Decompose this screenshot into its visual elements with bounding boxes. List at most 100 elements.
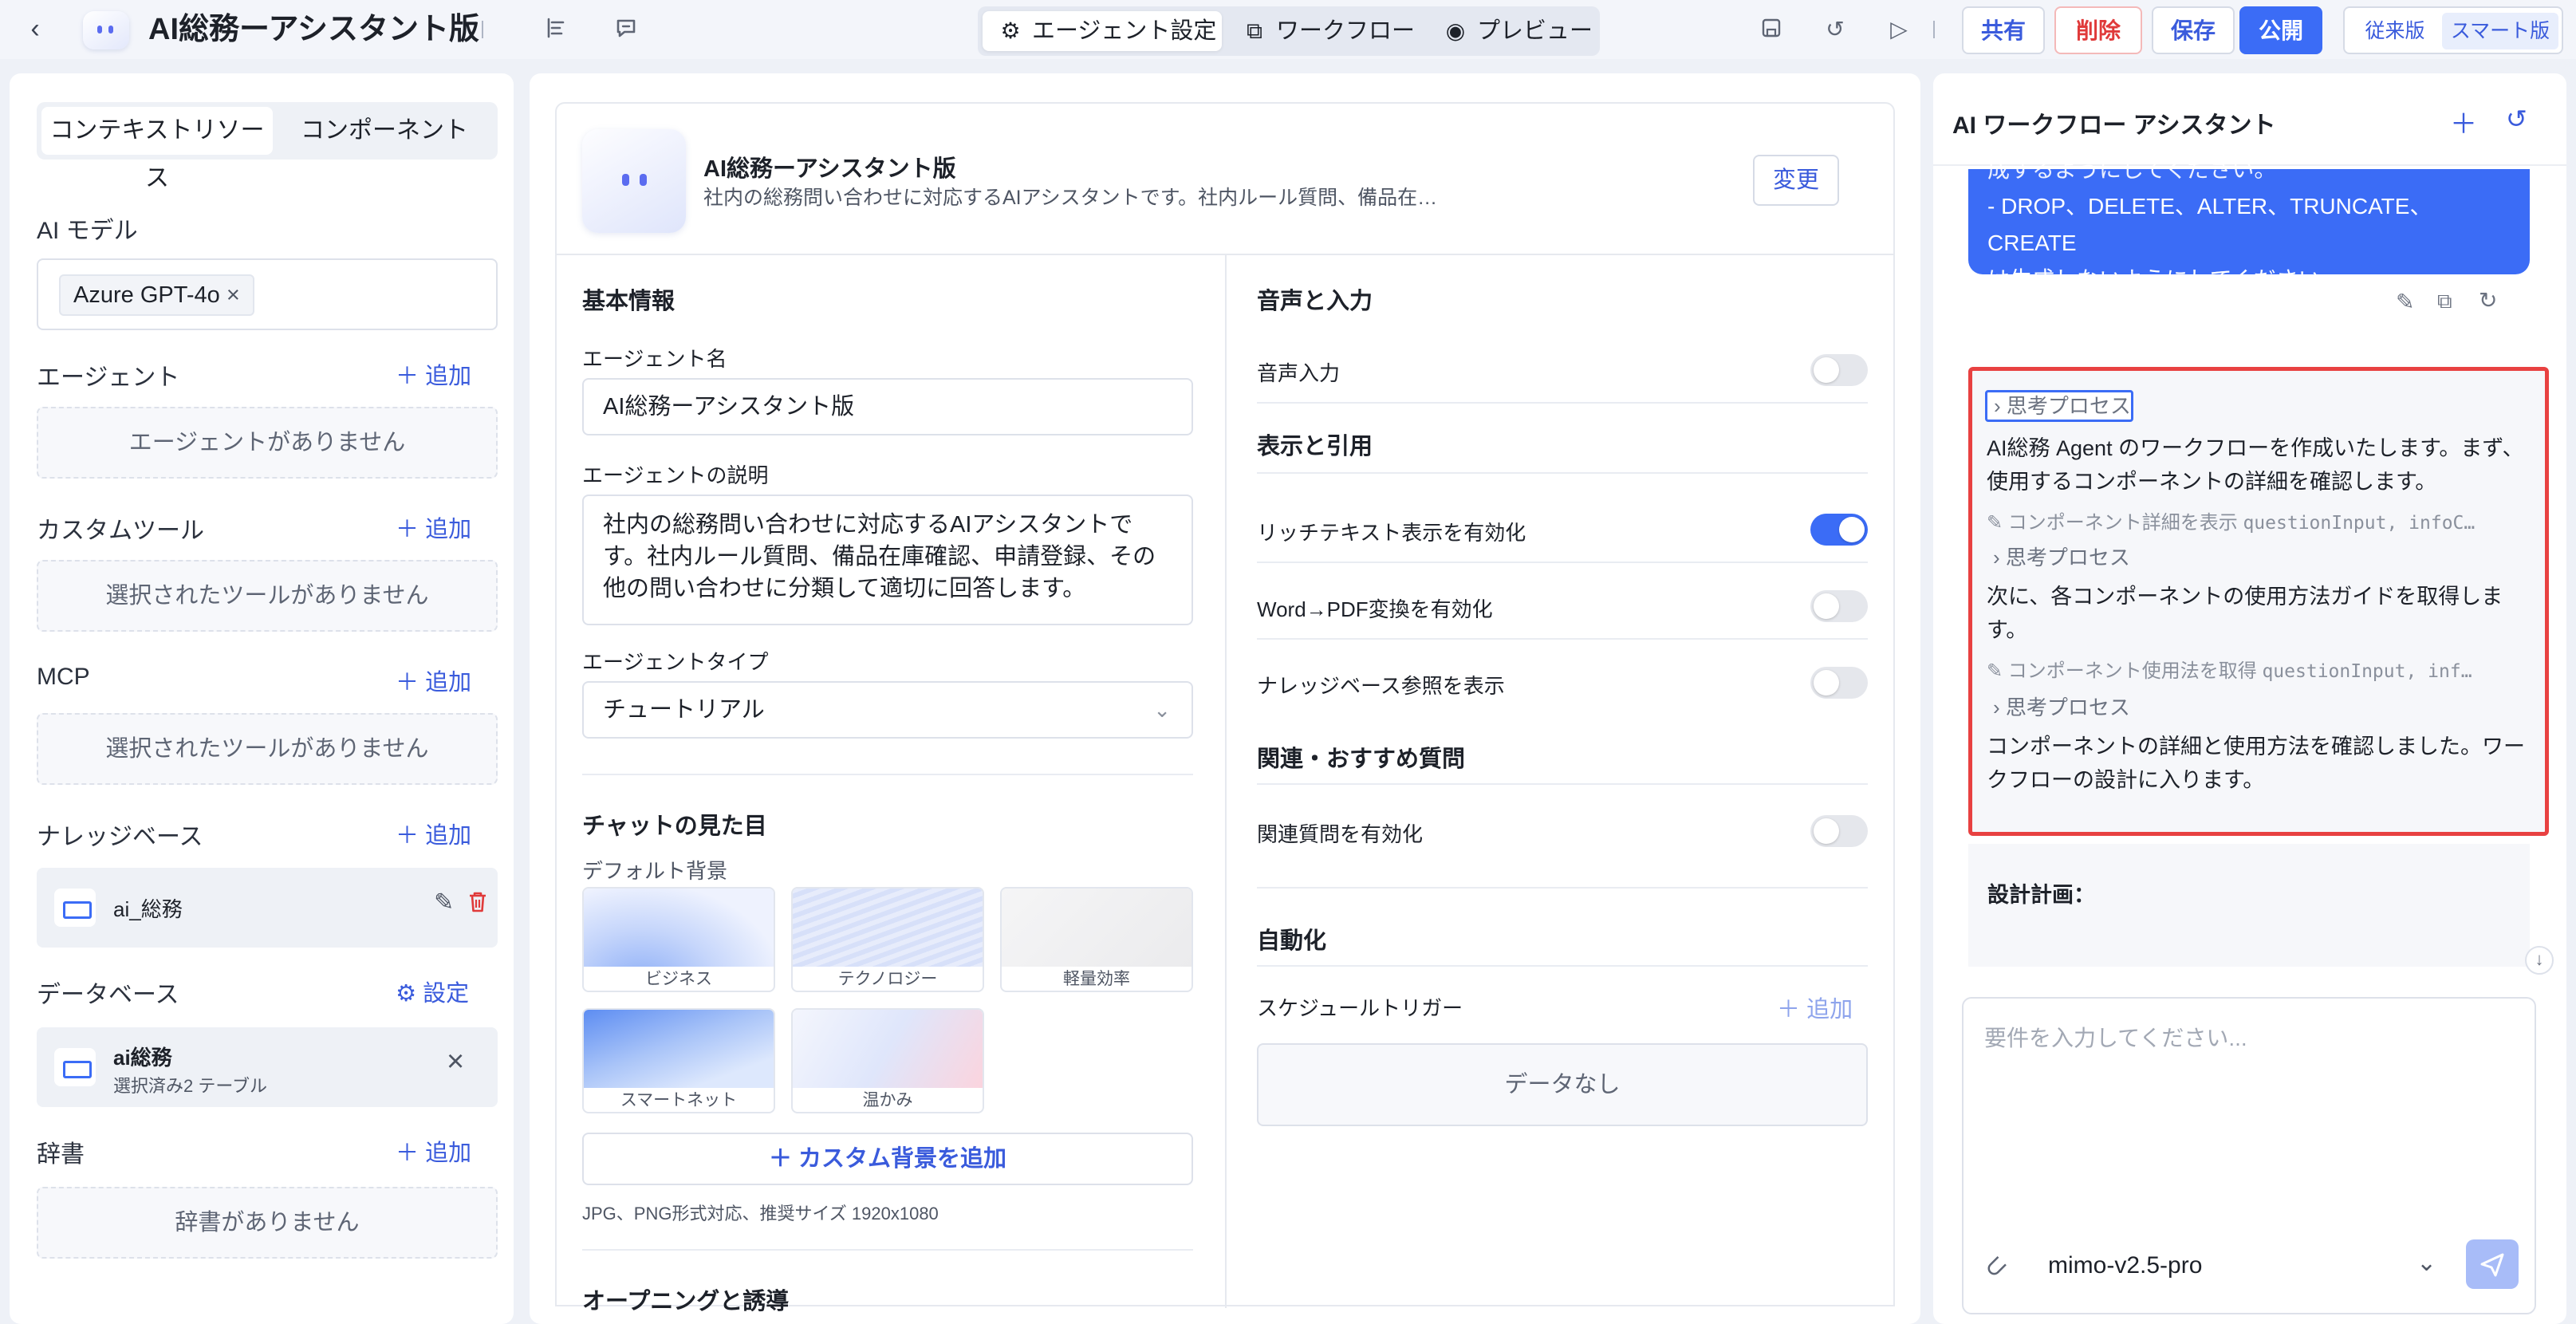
add-kb-button[interactable]: ＋ 追加 <box>396 817 471 850</box>
left-tabs: コンテキストリソース コンポーネント <box>37 102 498 191</box>
edit-icon[interactable]: ✎ <box>2396 289 2414 315</box>
bg-option-business[interactable]: ビジネス <box>582 887 775 992</box>
tool-call-2[interactable]: ✎ コンポーネント使用法を取得 questionInput, inf… <box>1987 655 2526 683</box>
bg-hint: JPG、PNG形式対応、推奨サイズ 1920x1080 <box>582 1204 939 1224</box>
next-section-heading: オープニングと誘導 <box>582 1289 790 1314</box>
scroll-down-icon[interactable]: ↓ <box>2525 946 2554 975</box>
bg-caption: 軽量効率 <box>1063 970 1130 988</box>
tab-context-resources[interactable]: コンテキストリソース <box>41 107 273 191</box>
chevron-down-icon[interactable]: ⌄ <box>2416 1249 2436 1277</box>
close-icon[interactable]: × <box>226 282 240 308</box>
save-button[interactable]: 保存 <box>2152 6 2235 54</box>
add-schedule-button[interactable]: ＋ 追加 <box>1777 991 1853 1024</box>
tab-components[interactable]: コンポーネント <box>276 107 493 155</box>
change-button[interactable]: 変更 <box>1753 155 1839 206</box>
add-mcp-button[interactable]: ＋ 追加 <box>396 664 471 697</box>
agent-type-select[interactable]: チュートリアル ⌄ <box>582 681 1193 739</box>
classic-mode-button[interactable]: 従来版 <box>2351 13 2439 49</box>
divider <box>1257 783 1868 785</box>
response-message-2: 次に、各コンポーネントの使用方法ガイドを取得します。 <box>1987 585 2503 642</box>
settings-body: 基本情報 エージェント名 AI総務ーアシスタント版 エージェントの説明 社内の総… <box>555 254 1895 1314</box>
save-draft-icon[interactable] <box>1758 16 1785 43</box>
word-pdf-label: Word→PDF変換を有効化 <box>1257 597 1493 621</box>
new-chat-icon[interactable]: ＋ <box>2450 102 2477 141</box>
bg-caption: ビジネス <box>645 970 712 988</box>
add-custom-tool-button[interactable]: ＋ 追加 <box>396 510 471 544</box>
knowledge-base-icon <box>54 889 96 927</box>
chat-icon[interactable] <box>612 16 640 43</box>
history-icon[interactable]: ↺ <box>1822 16 1849 43</box>
bg-option-warm[interactable]: 温かみ <box>791 1008 984 1113</box>
tab-preview[interactable]: ◉ プレビュー <box>1428 11 1595 51</box>
chevron-right-icon: › <box>1993 695 2000 719</box>
chevron-right-icon: › <box>1994 394 2001 418</box>
basic-info-heading: 基本情報 <box>582 289 676 314</box>
bg-option-smartnet[interactable]: スマートネット <box>582 1008 775 1113</box>
schedule-label: スケジュールトリガー <box>1257 996 1463 1020</box>
plus-icon: ＋ <box>1777 997 1801 1023</box>
add-dict-button[interactable]: ＋ 追加 <box>396 1134 471 1168</box>
db-item-name: ai総務 <box>113 1046 172 1070</box>
bg-preview <box>793 889 983 967</box>
view-switcher: ⚙ エージェント設定 ⧉ ワークフロー ◉ プレビュー <box>978 6 1600 56</box>
voice-input-label: 音声入力 <box>1257 361 1341 385</box>
tab-workflow[interactable]: ⧉ ワークフロー <box>1227 11 1423 51</box>
send-button[interactable] <box>2466 1239 2519 1289</box>
kb-label: ナレッジベース <box>37 824 203 850</box>
agent-name-input[interactable]: AI総務ーアシスタント版 <box>582 378 1193 435</box>
add-custom-bg-button[interactable]: ＋ カスタム背景を追加 <box>582 1133 1193 1185</box>
bg-option-light[interactable]: 軽量効率 <box>1000 887 1193 992</box>
think-process-toggle[interactable]: › 思考プロセス <box>1993 542 2130 571</box>
ai-assistant-panel: AI ワークフロー アシスタント ＋ ↺ 成するようにしてください。 - DRO… <box>1933 73 2566 1324</box>
publish-button[interactable]: 公開 <box>2239 6 2322 54</box>
schedule-empty: データなし <box>1257 1043 1868 1126</box>
column-divider <box>1225 255 1227 1308</box>
tool-call-1[interactable]: ✎ コンポーネント詳細を表示 questionInput, infoC… <box>1987 506 2526 534</box>
model-select[interactable]: mimo-v2.5-pro <box>2048 1252 2202 1279</box>
bg-preview <box>793 1010 983 1088</box>
db-setting-button[interactable]: ⚙ 設定 <box>396 975 469 1008</box>
agent-avatar <box>582 129 686 233</box>
kb-item[interactable]: ai_総務 ✎ <box>37 868 498 948</box>
run-icon[interactable]: ▷ <box>1885 16 1912 43</box>
related-toggle[interactable] <box>1810 815 1868 847</box>
agent-desc-textarea[interactable]: 社内の総務問い合わせに対応するAIアシスタントです。社内ルール質問、備品在庫確認… <box>582 495 1193 625</box>
tab-agent-settings[interactable]: ⚙ エージェント設定 <box>983 11 1222 51</box>
db-item[interactable]: ai総務 選択済み2 テーブル × <box>37 1027 498 1107</box>
back-icon[interactable]: ‹ <box>21 14 49 43</box>
trash-icon[interactable] <box>467 890 488 918</box>
chat-input[interactable]: 要件を入力してください... <box>1984 1021 2247 1053</box>
refresh-icon[interactable]: ↻ <box>2479 287 2497 313</box>
ai-model-select[interactable]: Azure GPT-4o × <box>37 258 498 330</box>
history-icon[interactable]: ↺ <box>2506 104 2527 134</box>
attachment-icon[interactable]: ⊂ <box>1976 1247 2015 1286</box>
kb-ref-toggle[interactable] <box>1810 667 1868 699</box>
plus-icon: ＋ <box>396 823 419 849</box>
share-button[interactable]: 共有 <box>1962 6 2045 54</box>
divider <box>1257 472 1868 474</box>
agent-avatar <box>83 11 129 49</box>
db-item-sub: 選択済み2 テーブル <box>113 1076 268 1096</box>
divider <box>1257 887 1868 889</box>
bg-option-technology[interactable]: テクノロジー <box>791 887 984 992</box>
title-divider <box>482 21 483 38</box>
copy-icon[interactable]: ⧉ <box>2437 289 2452 314</box>
db-label: データベース <box>37 982 179 1008</box>
bg-caption: テクノロジー <box>837 970 938 988</box>
edit-icon[interactable]: ✎ <box>434 889 454 916</box>
agent-settings-panel: AI総務ーアシスタント版 社内の総務問い合わせに対応するAIアシスタントです。社… <box>530 73 1920 1324</box>
word-pdf-toggle[interactable] <box>1810 590 1868 622</box>
send-icon <box>2480 1253 2504 1277</box>
divider <box>1257 638 1868 640</box>
rich-text-toggle[interactable] <box>1810 514 1868 546</box>
layout-icon[interactable] <box>542 16 569 43</box>
delete-button[interactable]: 削除 <box>2054 6 2142 54</box>
agent-desc-label: エージェントの説明 <box>582 463 769 487</box>
think-process-toggle[interactable]: › 思考プロセス <box>1985 390 2133 422</box>
voice-input-toggle[interactable] <box>1810 354 1868 386</box>
add-agent-button[interactable]: ＋ 追加 <box>396 357 471 391</box>
think-process-toggle[interactable]: › 思考プロセス <box>1993 692 2130 721</box>
close-icon[interactable]: × <box>447 1045 464 1079</box>
smart-mode-button[interactable]: スマート版 <box>2442 13 2558 49</box>
mcp-empty: 選択されたツールがありません <box>37 713 498 785</box>
